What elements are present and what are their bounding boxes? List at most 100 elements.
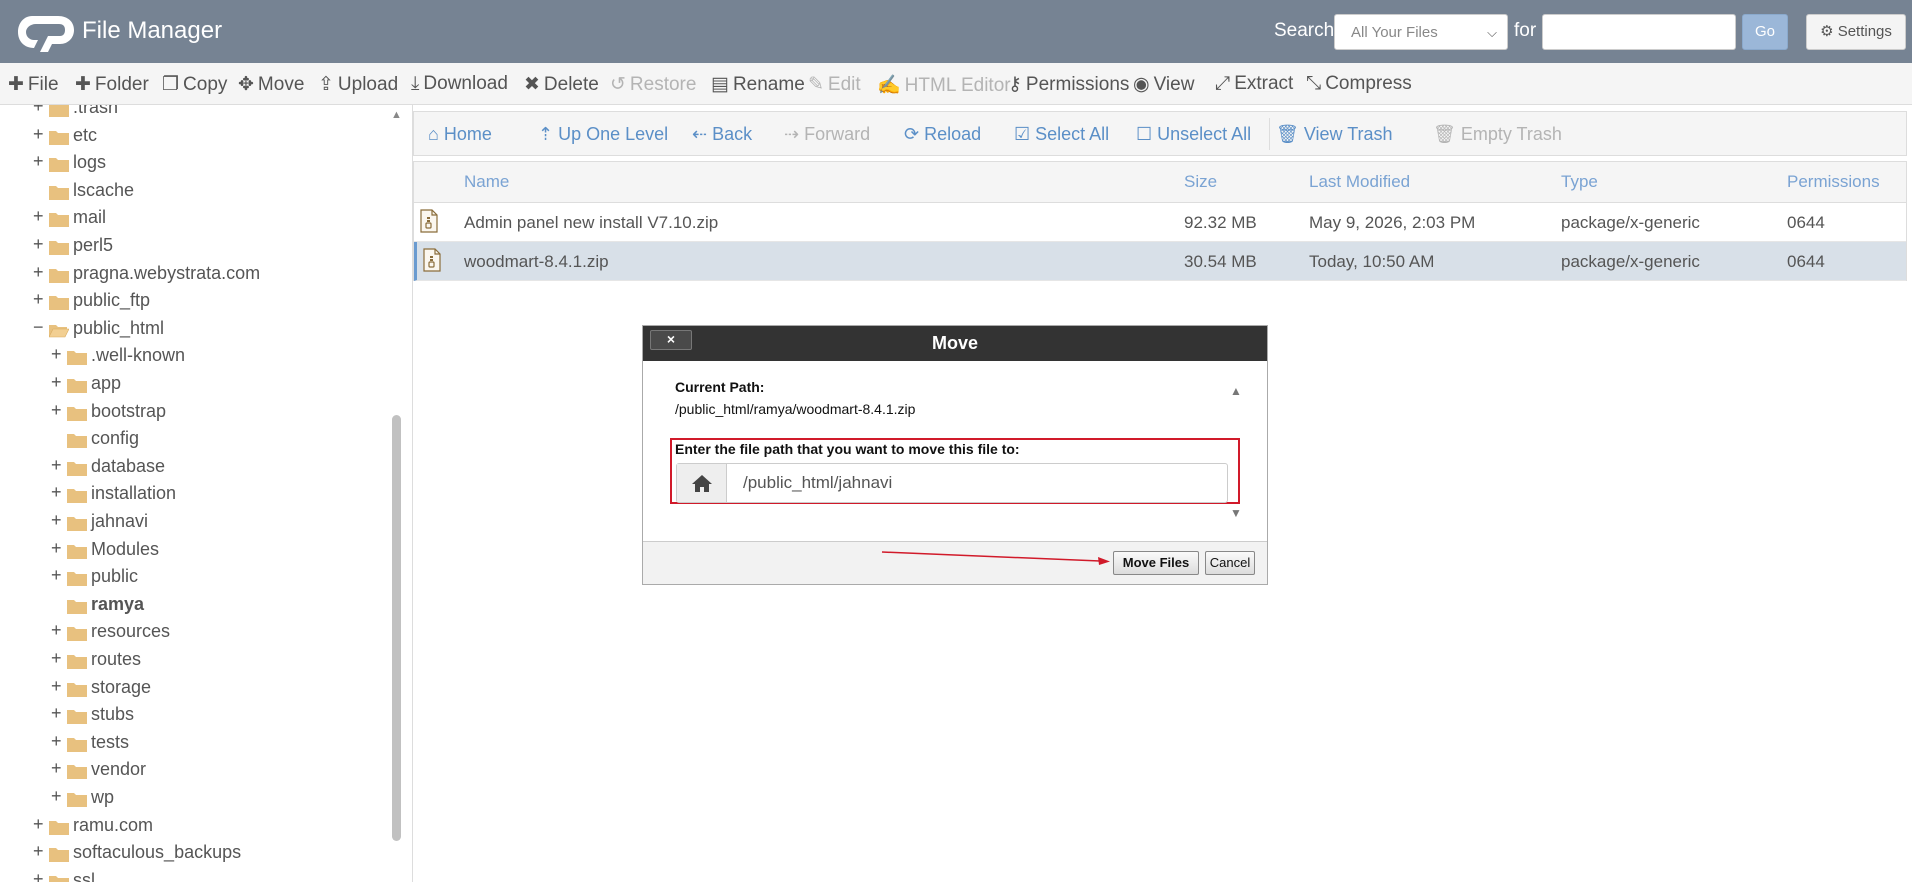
expand-icon[interactable]: +	[51, 676, 65, 697]
toolbar-html-editor-button[interactable]: ✍ HTML Editor	[877, 73, 1011, 97]
level-up-icon: ⇡	[538, 124, 559, 144]
folder-icon	[67, 736, 87, 752]
folder-icon	[49, 156, 69, 173]
sidebar-scroll-thumb[interactable]	[392, 415, 401, 841]
current-path-value: /public_html/ramya/woodmart-8.4.1.zip	[675, 401, 916, 417]
column-header-type[interactable]: Type	[1561, 172, 1598, 192]
toolbar-label: Extract	[1234, 73, 1294, 94]
dialog-scroll-up-icon[interactable]: ▲	[1230, 384, 1242, 398]
folder-icon	[49, 184, 69, 200]
sidebar-item-label: lscache	[73, 179, 135, 200]
table-row[interactable]: woodmart-8.4.1.zip 30.54 MB Today, 10:50 A…	[414, 242, 1906, 281]
toolbar-move-button[interactable]: ✥ Move	[238, 73, 304, 96]
expand-icon[interactable]: +	[51, 703, 65, 724]
nav-up-one-level-button[interactable]: ⇡ Up One Level	[538, 124, 668, 145]
close-icon[interactable]: ×	[650, 330, 692, 350]
expand-icon[interactable]: +	[33, 124, 47, 145]
pencil-icon: ✎	[808, 74, 824, 95]
cell-type: package/x-generic	[1561, 252, 1700, 271]
expand-icon[interactable]: +	[33, 814, 47, 835]
dialog-scroll-down-icon[interactable]: ▼	[1230, 506, 1242, 520]
toolbar-label: Restore	[629, 74, 697, 95]
toolbar-label: Copy	[183, 74, 228, 95]
toolbar-restore-button[interactable]: ↺ Restore	[610, 73, 696, 96]
toolbar-compress-button[interactable]: ⤡ Compress	[1306, 73, 1412, 95]
folder-icon	[67, 515, 87, 531]
chevron-down-icon: ⌵	[1487, 25, 1497, 40]
toolbar-extract-button[interactable]: ⤢ Extract	[1215, 73, 1293, 95]
toolbar-delete-button[interactable]: ✖ Delete	[524, 73, 599, 96]
toolbar-upload-button[interactable]: ⇪ Upload	[318, 73, 398, 96]
toolbar-edit-button[interactable]: ✎ Edit	[808, 73, 861, 96]
toolbar-view-button[interactable]: ◉ View	[1133, 73, 1194, 96]
expand-icon[interactable]: +	[51, 565, 65, 586]
column-header-size[interactable]: Size	[1184, 172, 1217, 192]
upload-icon: ⇪	[318, 74, 334, 95]
toolbar-file-button[interactable]: ✚ File	[8, 73, 59, 96]
key-icon: ⚷	[1008, 74, 1022, 95]
expand-icon[interactable]: +	[51, 344, 65, 365]
column-header-name[interactable]: Name	[464, 172, 509, 192]
toolbar-download-button[interactable]: ⤓ Download	[411, 73, 508, 95]
move-files-button[interactable]: Move Files	[1113, 551, 1199, 575]
sidebar-item-label: wp	[91, 787, 115, 807]
expand-icon[interactable]: +	[51, 731, 65, 752]
sidebar-item-label: database	[91, 455, 166, 476]
expand-icon[interactable]: +	[33, 841, 47, 862]
expand-icon[interactable]: +	[33, 289, 47, 310]
collapse-icon[interactable]: −	[33, 317, 47, 338]
toolbar-copy-button[interactable]: ❐ Copy	[162, 73, 227, 96]
expand-icon[interactable]: +	[51, 482, 65, 503]
expand-icon[interactable]: +	[51, 538, 65, 559]
expand-icon[interactable]: +	[33, 234, 47, 255]
expand-icon[interactable]: +	[33, 262, 47, 283]
toolbar-folder-button[interactable]: ✚ Folder	[75, 73, 149, 96]
expand-icon[interactable]: +	[51, 648, 65, 669]
extract-icon: ⤢	[1215, 73, 1231, 94]
destination-path-input[interactable]: /public_html/jahnavi	[743, 473, 892, 493]
destination-path-field[interactable]: /public_html/jahnavi	[676, 463, 1228, 503]
column-header-permissions[interactable]: Permissions	[1787, 172, 1880, 192]
expand-icon[interactable]: +	[51, 786, 65, 807]
folder-icon	[67, 625, 87, 642]
toolbar-permissions-button[interactable]: ⚷ Permissions	[1008, 73, 1129, 96]
column-header-last-modified[interactable]: Last Modified	[1309, 172, 1410, 192]
expand-icon[interactable]: +	[51, 455, 65, 476]
expand-icon[interactable]: +	[33, 151, 47, 172]
sidebar-item-label: routes	[91, 649, 142, 669]
toolbar-label: Compress	[1325, 73, 1412, 94]
nav-home-button[interactable]: ⌂ Home	[428, 124, 492, 145]
nav-select-all-button[interactable]: ☑ Select All	[1014, 124, 1109, 145]
expand-icon[interactable]: +	[51, 758, 65, 779]
scroll-up-icon[interactable]: ▲	[391, 109, 402, 121]
table-row[interactable]: Admin panel new install V7.10.zip 92.32 M…	[414, 203, 1906, 242]
search-scope-value: All Your Files	[1351, 24, 1438, 41]
expand-icon[interactable]: +	[33, 206, 47, 227]
toolbar-rename-button[interactable]: ▤ Rename	[711, 73, 805, 96]
download-icon: ⤓	[411, 73, 420, 94]
expand-icon[interactable]: +	[51, 620, 65, 641]
expand-icon[interactable]: +	[51, 372, 65, 393]
nav-label: Home	[443, 124, 492, 144]
nav-view-trash-button[interactable]: 🗑 View Trash	[1276, 124, 1393, 145]
expand-icon[interactable]: +	[33, 869, 47, 882]
checkbox-empty-icon: ☐	[1136, 124, 1158, 144]
nav-empty-trash-button[interactable]: 🗑 Empty Trash	[1433, 124, 1562, 145]
html-editor-icon: ✍	[877, 75, 901, 96]
expand-icon[interactable]: +	[51, 400, 65, 421]
go-button[interactable]: Go	[1742, 14, 1788, 50]
settings-button[interactable]: ⚙ Settings	[1806, 14, 1906, 50]
nav-back-button[interactable]: ⇠ Back	[692, 124, 752, 145]
nav-label: Empty Trash	[1460, 124, 1562, 144]
folder-icon	[49, 846, 69, 863]
eye-icon: ◉	[1133, 74, 1150, 95]
cell-type: package/x-generic	[1561, 213, 1700, 232]
nav-forward-button[interactable]: ⇢ Forward	[784, 124, 870, 145]
nav-unselect-all-button[interactable]: ☐ Unselect All	[1136, 124, 1251, 145]
search-scope-select[interactable]: All Your Files ⌵	[1334, 14, 1508, 50]
search-input[interactable]	[1542, 14, 1736, 50]
expand-icon[interactable]: +	[51, 510, 65, 531]
cancel-button[interactable]: Cancel	[1205, 551, 1255, 575]
nav-reload-button[interactable]: ⟳ Reload	[904, 124, 981, 145]
expand-icon[interactable]: +	[33, 105, 47, 117]
